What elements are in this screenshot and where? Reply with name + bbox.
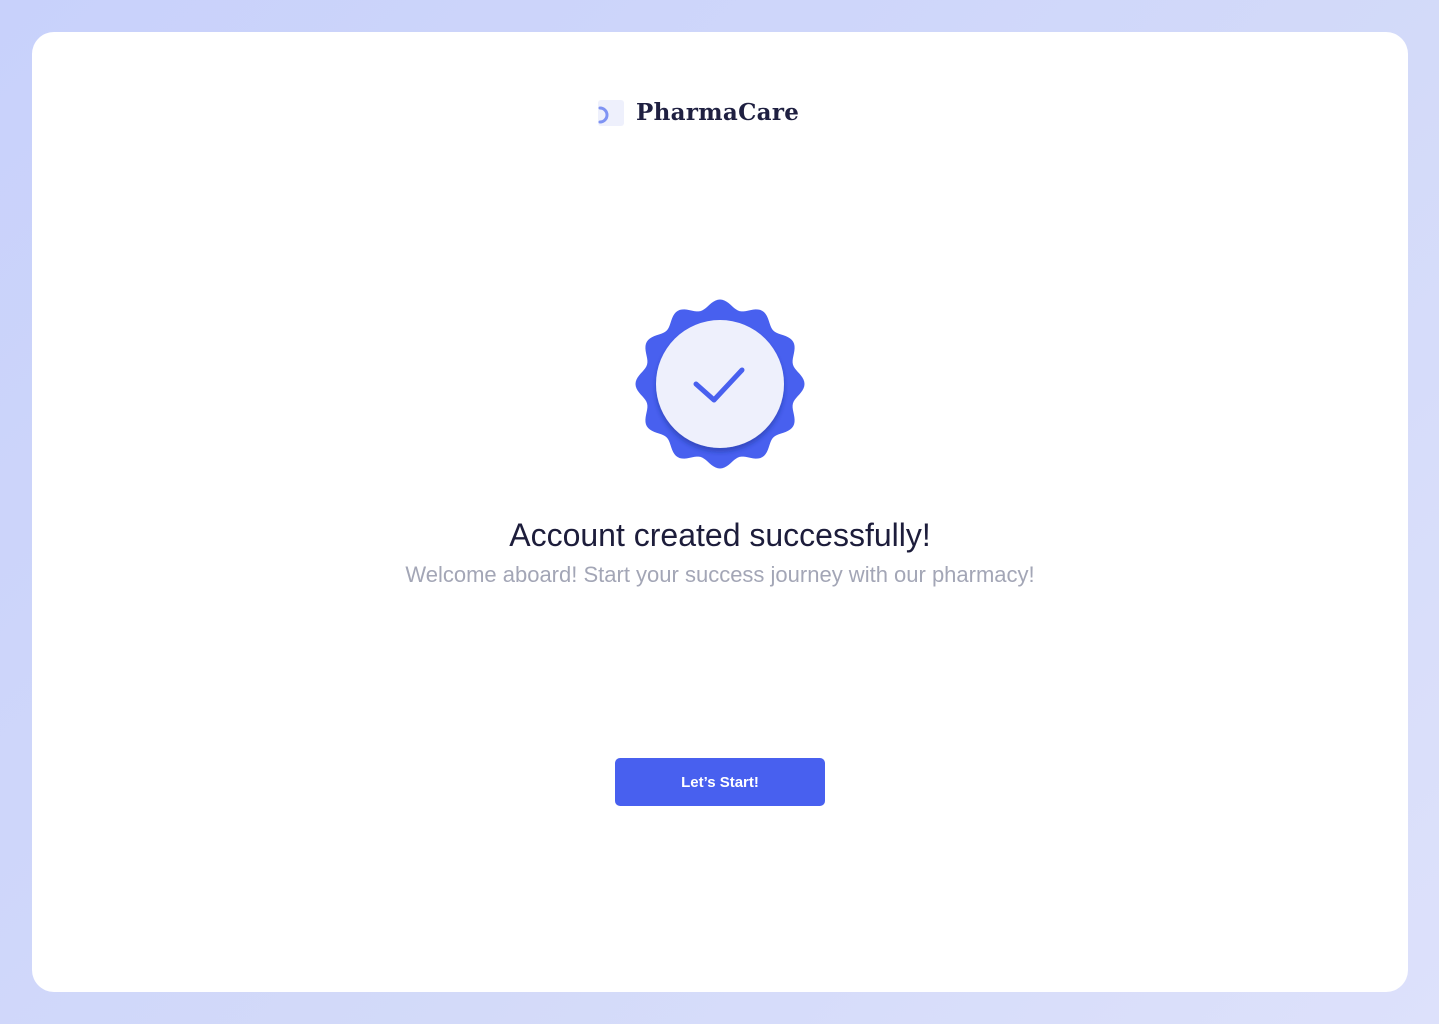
verified-badge-check-icon (632, 298, 808, 474)
success-title: Account created successfully! (509, 517, 931, 553)
success-subtitle: Welcome aboard! Start your success journ… (405, 562, 1035, 587)
pharmacare-logo-icon (598, 100, 624, 126)
lets-start-button[interactable]: Let’s Start! (615, 758, 825, 806)
brand-name: PharmaCare (636, 99, 800, 126)
success-card: PharmaCare Account created successfully!… (32, 32, 1408, 992)
brand-header: PharmaCare (598, 98, 799, 128)
